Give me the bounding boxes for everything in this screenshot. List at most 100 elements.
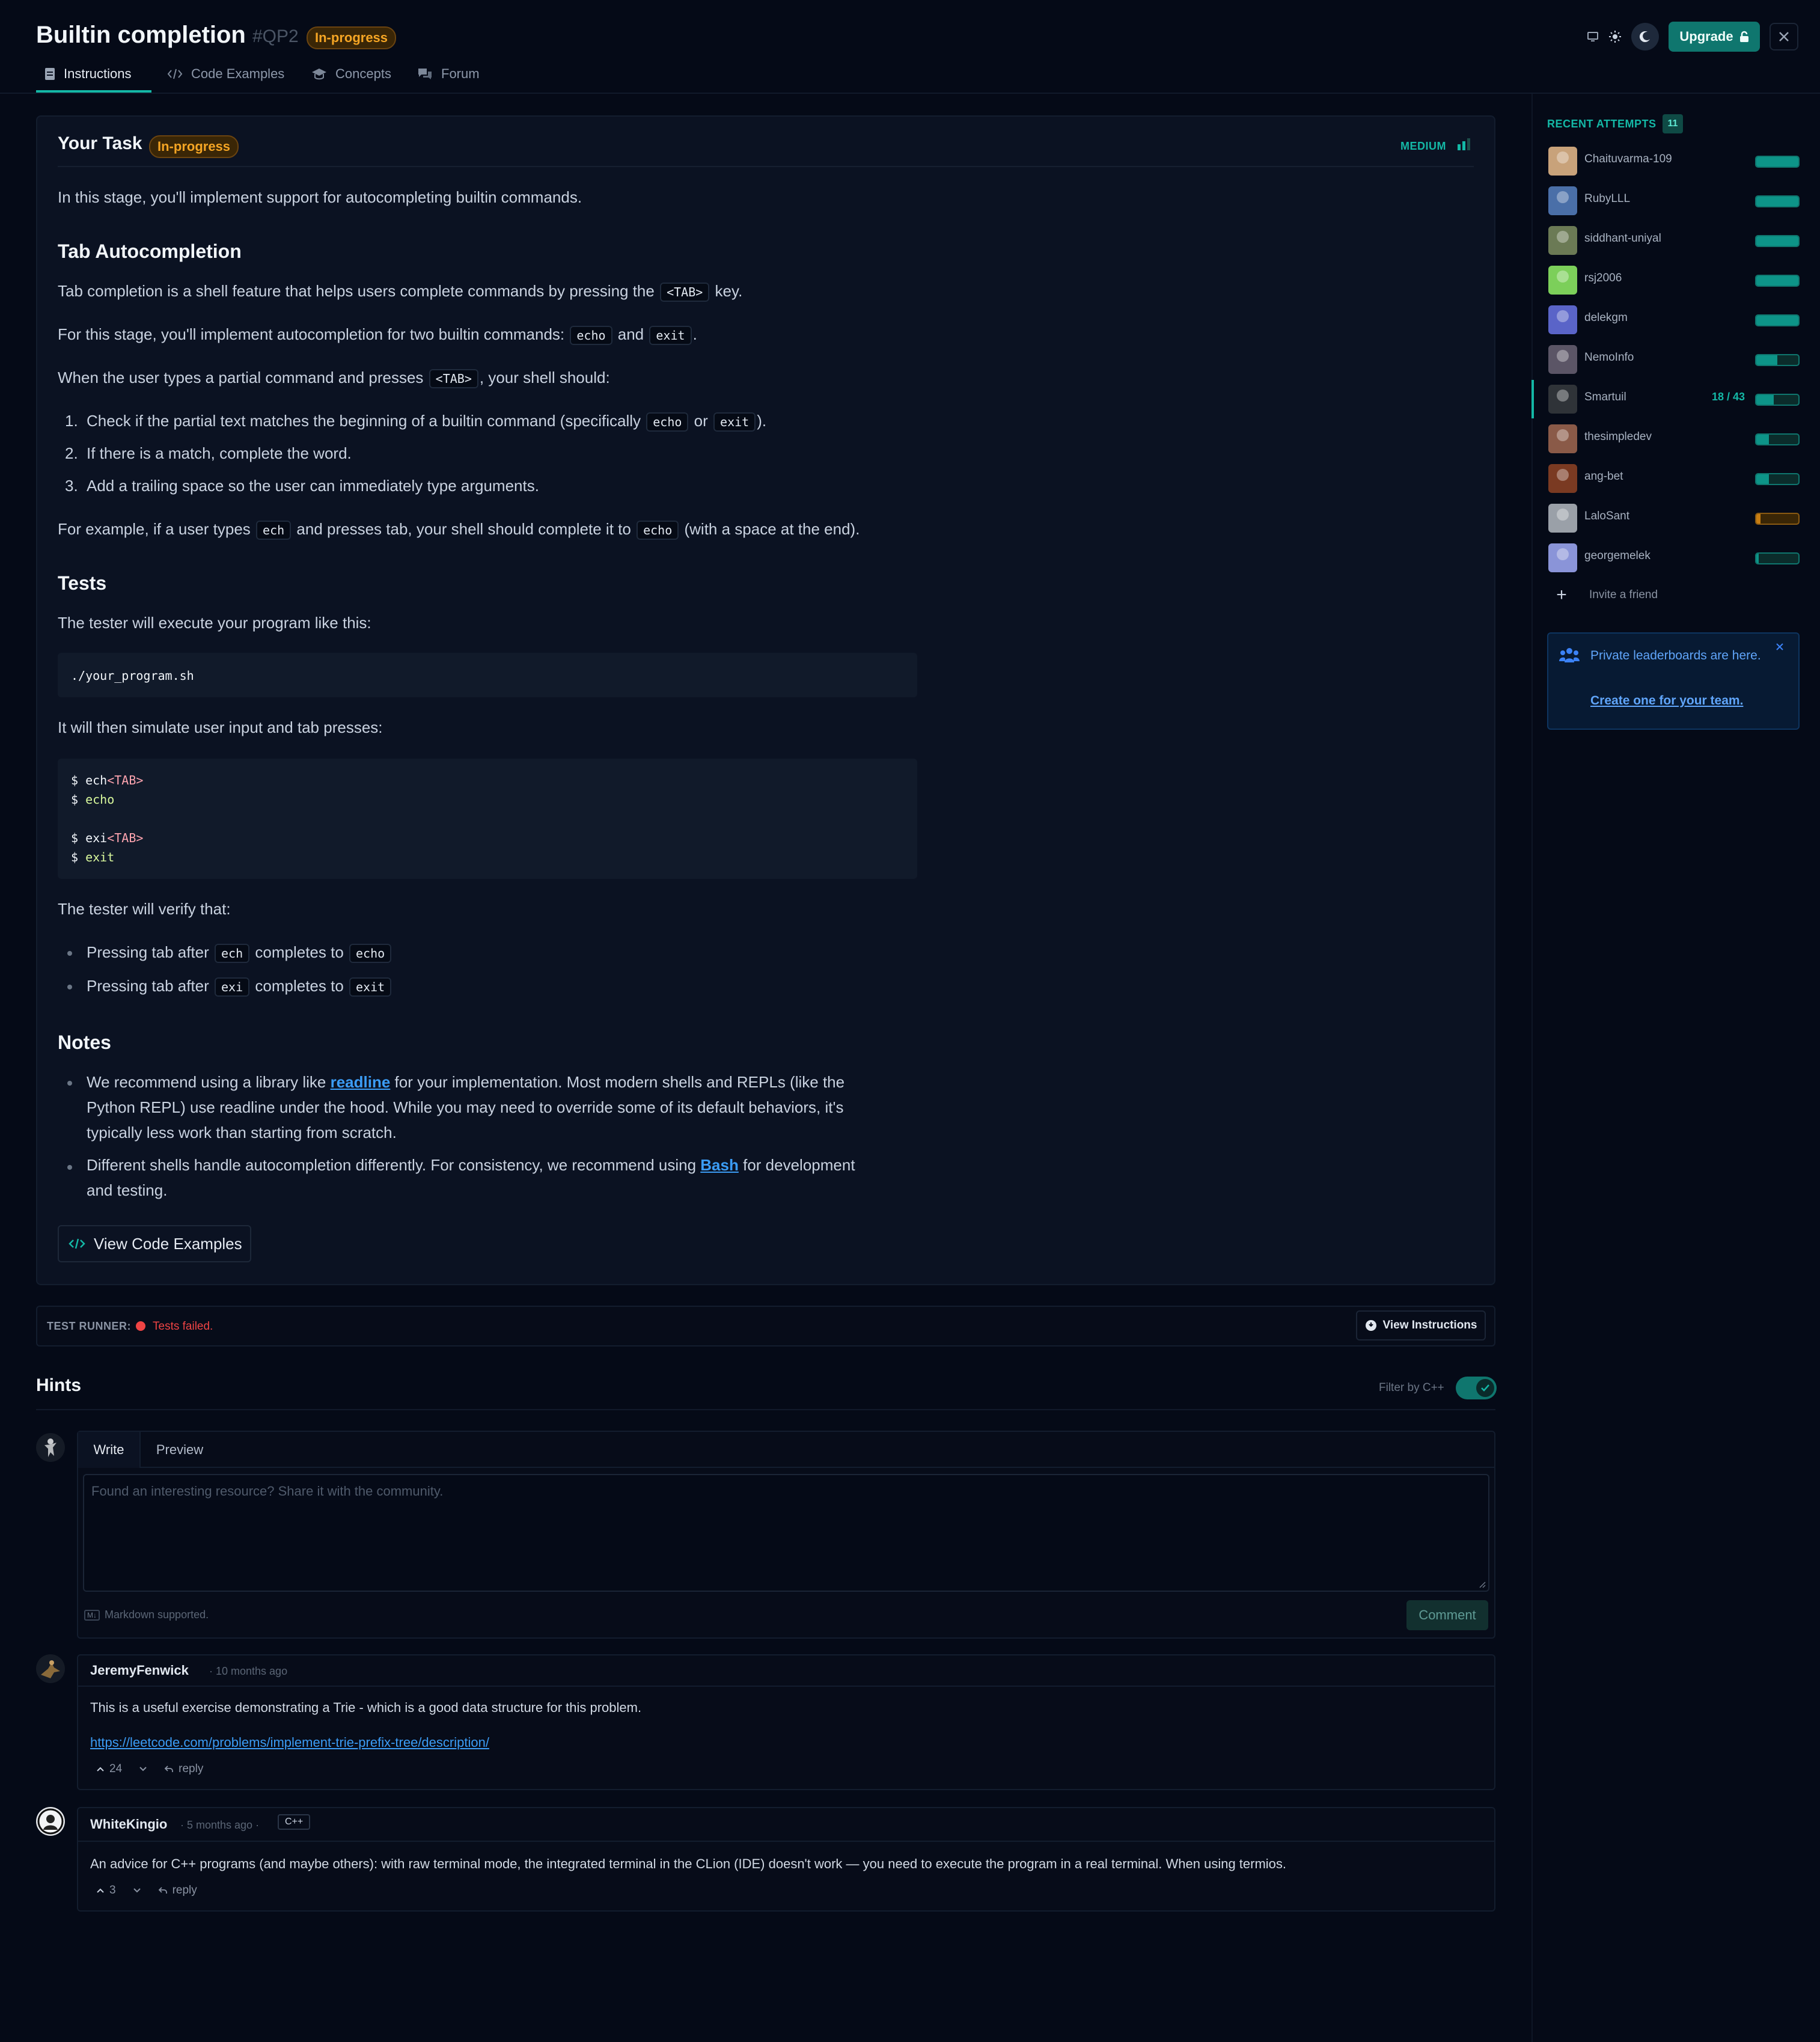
monitor-icon[interactable] (1587, 31, 1599, 42)
avatar (1548, 385, 1577, 414)
language-tag: C++ (278, 1814, 311, 1830)
stage-id: #QP2 (252, 26, 299, 46)
tab-write[interactable]: Write (78, 1432, 141, 1468)
bash-link[interactable]: Bash (700, 1156, 739, 1174)
resize-handle-icon[interactable] (1479, 1581, 1486, 1588)
divider (78, 1686, 1494, 1687)
promo-close-button[interactable] (1776, 641, 1784, 655)
paragraph: For this stage, you'll implement autocom… (58, 322, 697, 347)
attempt-username: Smartuil (1584, 391, 1626, 403)
code-line: $ exi<TAB> (71, 831, 144, 845)
divider (36, 1409, 1495, 1410)
downvote-button[interactable] (133, 1884, 141, 1897)
comment-author[interactable]: WhiteKingio (90, 1817, 167, 1832)
graduation-cap-icon (312, 69, 326, 80)
avatar (36, 1433, 65, 1462)
upvote-button[interactable]: 24 (96, 1762, 122, 1776)
code-line: $ ech<TAB> (71, 773, 144, 787)
attempt-row[interactable]: siddhant-uniyal (1547, 224, 1800, 257)
attempt-row[interactable]: delekgm (1547, 303, 1800, 337)
paragraph: Tab completion is a shell feature that h… (58, 279, 742, 304)
step-number: 3. (65, 477, 78, 495)
avatar (36, 1654, 65, 1683)
close-button[interactable] (1770, 23, 1798, 50)
progress-fill (1756, 474, 1769, 484)
comment-body: This is a useful exercise demonstrating … (90, 1700, 642, 1715)
document-icon (45, 68, 55, 80)
list-item-continued: Python REPL) use readline under the hood… (87, 1098, 844, 1116)
active-tab-indicator (36, 90, 151, 93)
tab-label: Forum (441, 66, 480, 81)
tab-code-examples[interactable]: Code Examples (167, 66, 284, 82)
comment-link[interactable]: https://leetcode.com/problems/implement-… (90, 1735, 489, 1750)
recent-attempts-heading: RECENT ATTEMPTS (1547, 118, 1657, 130)
tab-label: Instructions (64, 66, 132, 81)
progress-bar (1755, 552, 1800, 564)
view-code-examples-button[interactable]: View Code Examples (58, 1225, 251, 1262)
section-heading: Tab Autocompletion (58, 240, 242, 262)
comment-submit-button[interactable]: Comment (1406, 1600, 1488, 1630)
attempt-username: Chaituvarma-109 (1584, 153, 1672, 165)
tab-preview[interactable]: Preview (141, 1432, 219, 1468)
progress-bar (1755, 513, 1800, 525)
comment-author[interactable]: JeremyFenwick (90, 1663, 189, 1678)
progress-fill (1756, 236, 1798, 246)
progress-fill (1756, 197, 1798, 206)
tab-concepts[interactable]: Concepts (311, 66, 391, 82)
attempt-username: delekgm (1584, 311, 1628, 324)
hints-heading: Hints (36, 1375, 81, 1395)
list-item: If there is a match, complete the word. (87, 444, 352, 462)
info-circle-icon (1365, 1320, 1376, 1331)
tab-label: Code Examples (191, 66, 285, 81)
readline-link[interactable]: readline (331, 1073, 391, 1091)
downvote-button[interactable] (139, 1762, 147, 1776)
paragraph: For example, if a user types ech and pre… (58, 517, 860, 542)
attempt-row[interactable]: LaloSant (1547, 501, 1800, 535)
code-icon (69, 1238, 85, 1249)
avatar (1548, 424, 1577, 453)
recent-attempts-count: 11 (1663, 114, 1683, 133)
section-heading: Tests (58, 572, 107, 594)
section-heading: Notes (58, 1032, 111, 1053)
button-label: View Code Examples (94, 1234, 242, 1253)
comment-card (77, 1654, 1495, 1790)
filter-label: Filter by C++ (1379, 1381, 1444, 1394)
attempt-row[interactable]: rsj2006 (1547, 263, 1800, 297)
sun-icon[interactable] (1608, 30, 1622, 43)
close-icon (1776, 643, 1783, 650)
attempt-row[interactable]: ang-bet (1547, 462, 1800, 495)
upvote-button[interactable]: 3 (96, 1884, 116, 1897)
paragraph: When the user types a partial command an… (58, 365, 610, 391)
chevron-down-icon (133, 1888, 141, 1893)
upgrade-button[interactable]: Upgrade (1669, 22, 1760, 52)
attempt-row[interactable]: RubyLLL (1547, 184, 1800, 218)
progress-fill (1756, 157, 1798, 167)
comment-time: · 5 months ago · (180, 1819, 260, 1831)
view-instructions-button[interactable]: View Instructions (1356, 1310, 1486, 1340)
current-user-marker (1531, 380, 1534, 418)
team-icon (1559, 648, 1580, 662)
progress-fill (1756, 276, 1798, 286)
code-icon (167, 69, 183, 79)
dark-mode-button[interactable] (1631, 23, 1659, 50)
tab-instructions[interactable]: Instructions (44, 66, 132, 82)
toggle-knob[interactable] (1476, 1379, 1494, 1397)
attempt-row[interactable]: thesimpledev (1547, 422, 1800, 456)
tab-forum[interactable]: Forum (417, 66, 480, 82)
attempt-row[interactable]: georgemelek (1547, 541, 1800, 575)
invite-friend-button[interactable]: + Invite a friend (1547, 581, 1658, 610)
attempt-row[interactable]: NemoInfo (1547, 343, 1800, 376)
comment-placeholder: Found an interesting resource? Share it … (91, 1484, 444, 1499)
attempt-username: RubyLLL (1584, 192, 1631, 205)
attempt-row[interactable]: Chaituvarma-109 (1547, 144, 1800, 178)
reply-button[interactable]: reply (158, 1884, 197, 1897)
reply-button[interactable]: reply (164, 1762, 203, 1776)
attempt-row[interactable]: Smartuil 18 / 43 (1547, 382, 1800, 416)
create-leaderboard-link[interactable]: Create one for your team. (1590, 694, 1743, 708)
divider (78, 1841, 1494, 1842)
button-label: View Instructions (1382, 1319, 1477, 1331)
progress-bar (1755, 314, 1800, 326)
paragraph: The tester will verify that: (58, 900, 231, 918)
comment-actions: 24 reply (96, 1762, 203, 1776)
upgrade-label: Upgrade (1679, 29, 1733, 44)
